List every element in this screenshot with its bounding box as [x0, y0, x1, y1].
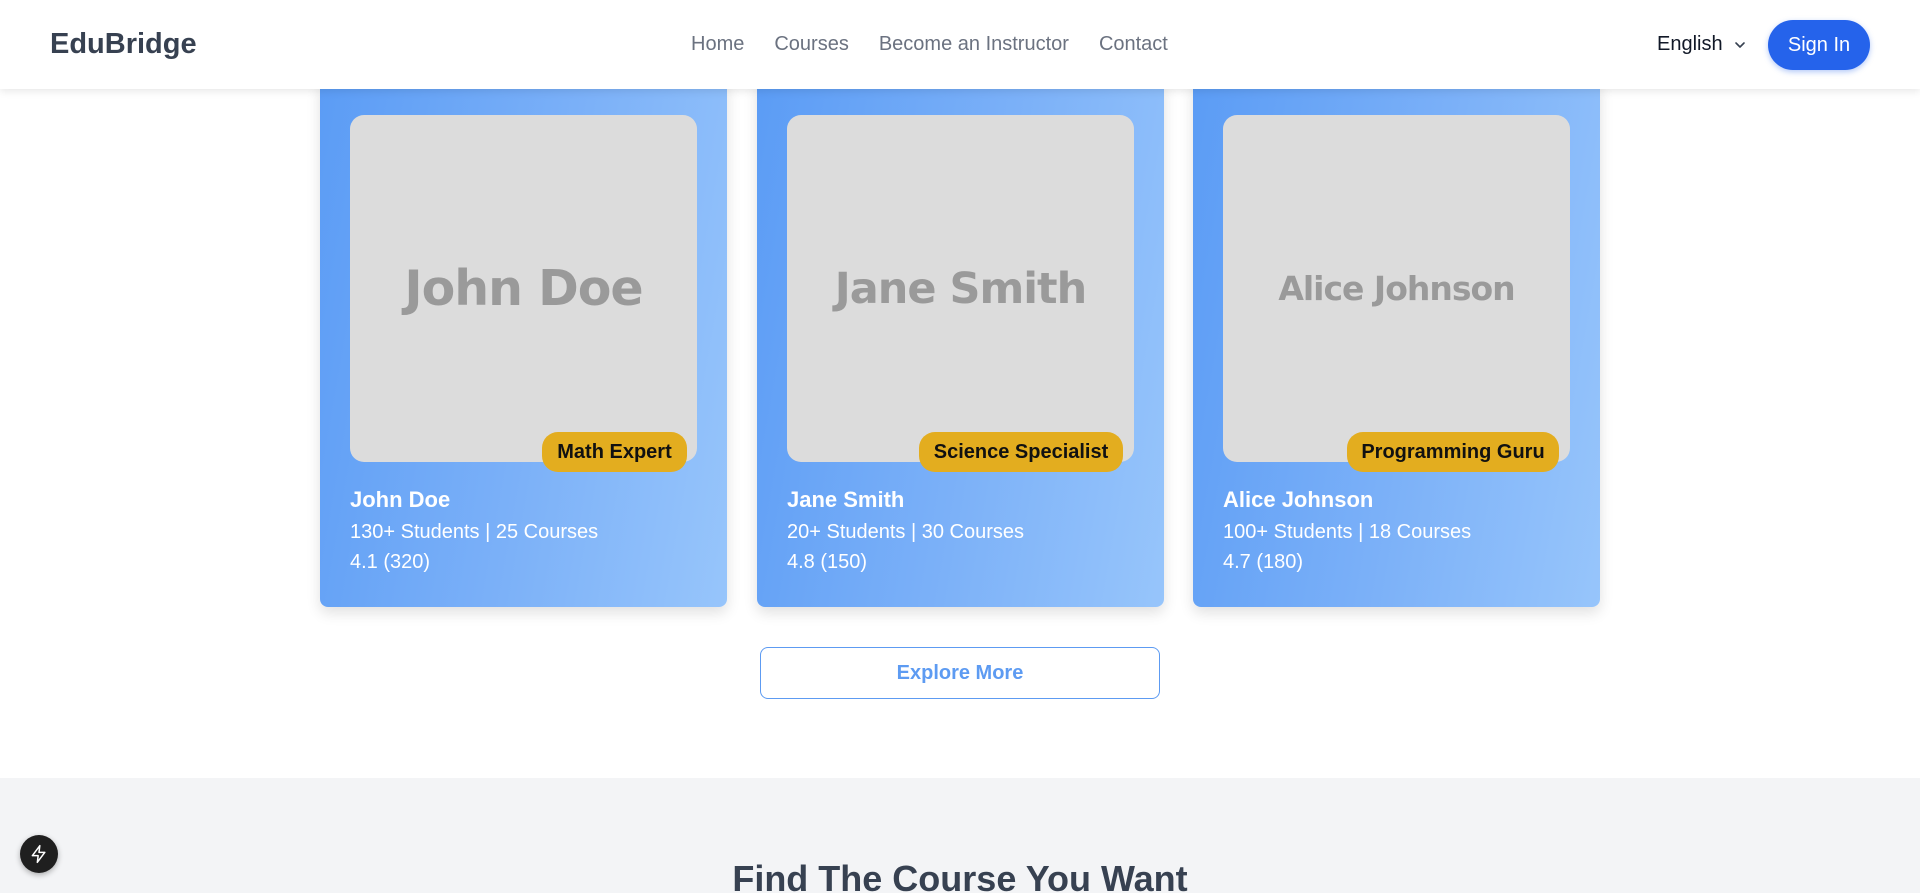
chevron-down-icon: [1734, 41, 1745, 48]
instructor-stats: 130+ Students | 25 Courses: [350, 521, 599, 543]
photo-placeholder-text: Jane Smith: [834, 263, 1087, 314]
instructor-photo: John Doe: [350, 115, 697, 462]
quick-action-button[interactable]: [20, 835, 58, 873]
main-nav: Home Courses Become an Instructor Contac…: [691, 33, 1168, 56]
instructor-name: John Doe: [350, 487, 451, 512]
specialty-badge: Programming Guru: [1347, 432, 1559, 472]
photo-placeholder-text: Alice Johnson: [1278, 269, 1515, 308]
instructor-name: Alice Johnson: [1223, 487, 1374, 512]
instructor-card[interactable]: John Doe Math Expert John Doe 130+ Stude…: [320, 80, 727, 607]
instructor-rating: 4.7 (180): [1223, 551, 1304, 573]
language-label: English: [1657, 33, 1723, 55]
photo-placeholder-text: John Doe: [404, 260, 643, 317]
site-header: EduBridge Home Courses Become an Instruc…: [0, 0, 1920, 89]
instructor-stats: 20+ Students | 30 Courses: [787, 521, 1025, 543]
nav-courses[interactable]: Courses: [774, 33, 848, 56]
language-selector[interactable]: English: [1657, 33, 1747, 56]
instructor-name: Jane Smith: [787, 487, 905, 512]
nav-contact[interactable]: Contact: [1099, 33, 1168, 56]
nav-become-instructor[interactable]: Become an Instructor: [879, 33, 1069, 56]
explore-more-button[interactable]: Explore More: [760, 647, 1160, 699]
nav-home[interactable]: Home: [691, 33, 744, 56]
instructor-photo: Alice Johnson: [1223, 115, 1570, 462]
specialty-badge: Math Expert: [542, 432, 687, 472]
instructor-photo: Jane Smith: [787, 115, 1134, 462]
instructor-rating: 4.8 (150): [787, 551, 868, 573]
lightning-icon: [31, 844, 46, 864]
instructor-card[interactable]: Alice Johnson Programming Guru Alice Joh…: [1193, 80, 1600, 607]
logo[interactable]: EduBridge: [50, 28, 197, 61]
instructor-stats: 100+ Students | 18 Courses: [1223, 521, 1472, 543]
specialty-badge: Science Specialist: [919, 432, 1123, 472]
instructor-card[interactable]: Jane Smith Science Specialist Jane Smith…: [757, 80, 1164, 607]
section-title: Find The Course You Want: [732, 858, 1188, 893]
instructor-rating: 4.1 (320): [350, 551, 431, 573]
sign-in-button[interactable]: Sign In: [1768, 20, 1870, 70]
